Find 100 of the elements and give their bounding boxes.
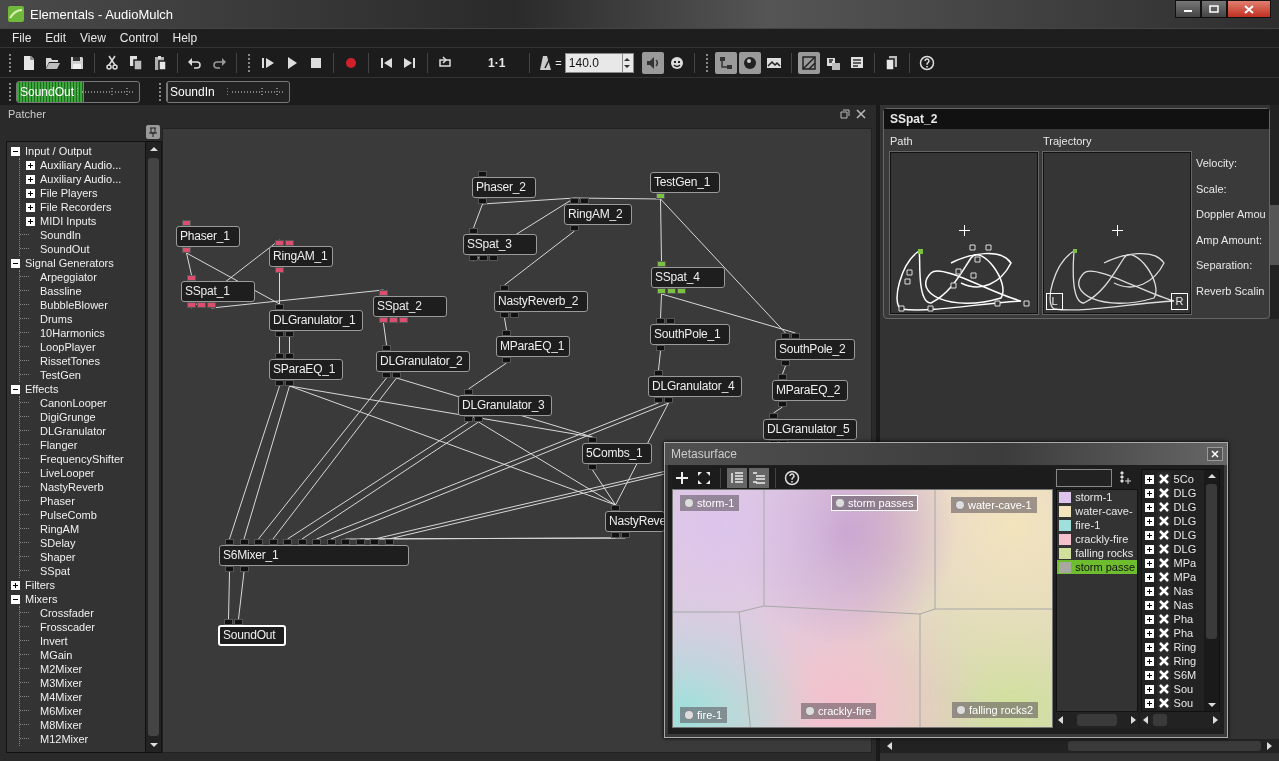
scroll-thumb[interactable] <box>1152 714 1167 726</box>
close-icon[interactable] <box>856 109 866 119</box>
object-item[interactable]: MPa <box>1173 557 1197 569</box>
expand-icon[interactable] <box>26 160 35 170</box>
collapse-icon[interactable] <box>11 594 20 604</box>
tree-item[interactable]: Drums <box>40 313 73 325</box>
cross-icon[interactable] <box>1156 500 1171 514</box>
module-node[interactable]: SouthPole_2 <box>775 339 855 360</box>
preset-item[interactable]: storm passe <box>1057 560 1137 574</box>
inlet-port[interactable] <box>656 318 665 324</box>
inlet-port[interactable] <box>791 333 800 339</box>
expand-icon[interactable] <box>1144 502 1154 512</box>
inlet-port[interactable] <box>478 171 487 177</box>
object-item[interactable]: DLG <box>1173 487 1197 499</box>
outlet-port[interactable] <box>239 566 249 572</box>
tree-item[interactable]: M4Mixer <box>40 691 83 703</box>
object-item[interactable]: Ring <box>1173 655 1197 667</box>
inlet-port[interactable] <box>464 389 473 395</box>
inlet-port[interactable] <box>502 330 511 336</box>
tree-item[interactable]: SSpat <box>40 565 70 577</box>
inlet-port[interactable] <box>355 539 365 545</box>
tree-item[interactable]: Filters <box>25 579 55 591</box>
module-node[interactable]: NastyReve <box>605 511 665 532</box>
outlet-port[interactable] <box>778 401 787 407</box>
tree-item[interactable]: SoundIn <box>40 229 81 241</box>
module-node[interactable]: DLGranulator_2 <box>376 351 470 372</box>
inlet-port[interactable] <box>500 285 509 291</box>
module-node[interactable]: NastyReverb_2 <box>494 291 588 312</box>
module-node[interactable]: Phaser_1 <box>176 226 240 247</box>
outlet-port[interactable] <box>781 360 790 366</box>
tree-item[interactable]: LoopPlayer <box>40 341 96 353</box>
module-node[interactable]: DLGranulator_3 <box>458 395 552 416</box>
tree-item[interactable]: Input / Output <box>25 145 92 157</box>
tree-item[interactable]: CanonLooper <box>40 397 107 409</box>
patcher-button[interactable] <box>714 51 737 74</box>
outlet-port[interactable] <box>500 312 509 318</box>
expand-icon[interactable] <box>1144 572 1154 582</box>
inlet-port[interactable] <box>283 539 292 545</box>
expand-icon[interactable] <box>26 216 35 226</box>
expand-icon[interactable] <box>1144 488 1154 498</box>
object-item[interactable]: Ring <box>1173 641 1197 653</box>
object-item[interactable]: Pha <box>1173 627 1194 639</box>
tree-item[interactable]: SoundOut <box>40 243 90 255</box>
outlet-port[interactable] <box>392 372 401 378</box>
object-item[interactable]: Sou <box>1173 683 1194 695</box>
object-item[interactable]: Pha <box>1173 613 1194 625</box>
preset-marker[interactable]: storm passes <box>831 495 919 511</box>
tree-item[interactable]: TestGen <box>40 369 81 381</box>
outlet-port[interactable] <box>611 532 620 538</box>
outlet-port[interactable] <box>225 566 234 572</box>
outlet-port[interactable] <box>478 198 487 204</box>
inlet-port[interactable] <box>268 539 278 545</box>
expand-icon[interactable] <box>1144 670 1154 680</box>
cross-icon[interactable] <box>1156 556 1171 570</box>
outlet-port[interactable] <box>382 372 391 378</box>
expand-icon[interactable] <box>1144 516 1154 526</box>
object-item[interactable]: DLG <box>1173 515 1197 527</box>
inlet-port[interactable] <box>781 333 790 339</box>
object-item[interactable]: Sou <box>1173 697 1194 709</box>
outlet-port[interactable] <box>474 416 483 422</box>
outlet-port[interactable] <box>664 397 673 403</box>
inlet-port[interactable] <box>611 505 620 511</box>
scrollbar[interactable] <box>1140 712 1220 728</box>
tree-item[interactable]: Shaper <box>40 551 76 563</box>
outlet-port[interactable] <box>479 255 488 261</box>
object-item[interactable]: Nas <box>1173 585 1194 597</box>
cross-icon[interactable] <box>1156 514 1171 528</box>
inlet-port[interactable] <box>769 413 778 419</box>
expand-icon[interactable] <box>1144 544 1154 554</box>
inlet-port[interactable] <box>666 318 675 324</box>
outlet-port[interactable] <box>570 225 579 231</box>
outlet-port[interactable] <box>621 532 630 538</box>
inlet-port[interactable] <box>588 437 597 443</box>
expand-icon[interactable] <box>1144 558 1154 568</box>
inlet-port[interactable] <box>326 539 336 545</box>
module-node[interactable]: Phaser_2 <box>472 177 536 198</box>
spin-button[interactable] <box>622 52 634 73</box>
collapse-icon[interactable] <box>11 384 20 394</box>
inlet-port[interactable] <box>580 198 589 204</box>
inlet-port[interactable] <box>239 539 249 545</box>
metasurface-canvas[interactable]: storm-1 storm passes water-cave-1 fire-1 crackly-fire falling rocks2 <box>672 489 1054 728</box>
preset-item[interactable]: water-cave- <box>1057 504 1137 518</box>
search-field[interactable] <box>1056 469 1113 487</box>
inlet-port[interactable] <box>654 370 663 376</box>
expand-icon[interactable] <box>1144 656 1154 666</box>
collapse-icon[interactable] <box>11 146 20 156</box>
expand-icon[interactable] <box>1144 698 1154 708</box>
inlet-port[interactable] <box>297 539 307 545</box>
expand-icon[interactable] <box>1144 642 1154 652</box>
module-node[interactable]: MParaEQ_1 <box>496 336 570 357</box>
cross-icon[interactable] <box>1156 598 1171 612</box>
speaker-marker[interactable]: L <box>1046 293 1063 310</box>
object-item[interactable]: DLG <box>1173 543 1197 555</box>
tree-item[interactable]: RingAM <box>40 523 80 535</box>
scrollbar[interactable] <box>145 142 161 752</box>
outlet-port[interactable] <box>654 397 663 403</box>
tree-item[interactable]: Mixers <box>25 593 58 605</box>
module-node[interactable]: 5Combs_1 <box>582 443 652 464</box>
inlet-port[interactable] <box>285 353 294 359</box>
expand-icon[interactable] <box>11 580 20 590</box>
